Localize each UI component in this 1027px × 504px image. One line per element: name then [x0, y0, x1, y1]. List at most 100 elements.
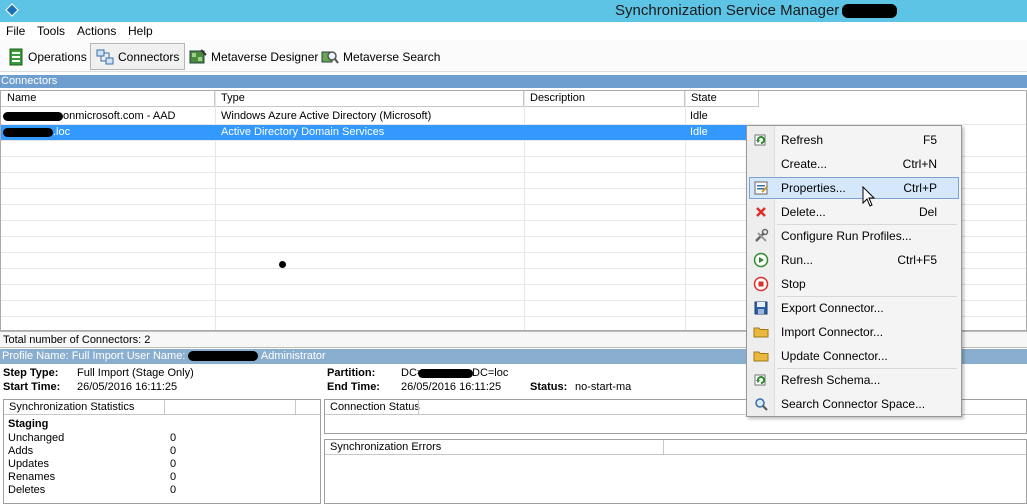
sync-stats-title: Synchronization Statistics [9, 401, 135, 413]
menu-item-label: Refresh Schema... [781, 373, 881, 387]
menu-item-shortcut: Del [918, 205, 937, 219]
search-icon [755, 398, 768, 411]
menu-help[interactable]: Help [128, 24, 153, 38]
menu-item-shortcut: Ctrl+P [903, 181, 937, 195]
profile-bar-prefix: Profile Name: Full Import User Name: [2, 350, 186, 362]
metaverse-search-icon [321, 50, 339, 64]
menu-bar: File Tools Actions Help [0, 22, 1027, 40]
window-title: Synchronization Service Manager on [615, 2, 861, 19]
operations-icon [9, 48, 23, 65]
connector-name: .loc [53, 126, 71, 138]
metaverse-search-button[interactable]: Metaverse Search [316, 43, 445, 70]
operations-label: Operations [28, 49, 87, 64]
sync-stats-group: Staging [8, 418, 49, 430]
column-divider [663, 440, 664, 454]
menu-item-label: Run... [781, 253, 814, 267]
stat-value: 0 [170, 445, 177, 457]
status-label: Status: [530, 381, 568, 393]
menu-item-export-connector[interactable]: Export Connector... [749, 297, 959, 319]
refresh-icon [754, 134, 766, 146]
step-type-value: Full Import (Stage Only) [77, 367, 194, 379]
connector-type: Active Directory Domain Services [221, 126, 385, 138]
connectors-section-header: Connectors [0, 75, 1027, 88]
menu-item-import-connector[interactable]: Import Connector... [749, 321, 959, 343]
redacted-user-name [188, 351, 259, 362]
column-divider [295, 400, 296, 414]
menu-file[interactable]: File [6, 24, 25, 38]
connectors-icon [96, 49, 114, 64]
column-divider [164, 400, 165, 414]
folder-icon [753, 351, 769, 362]
menu-item-delete[interactable]: Delete... Del [749, 201, 959, 223]
connectors-label: Connectors [118, 49, 180, 64]
step-type-label: Step Type: [3, 367, 59, 379]
column-header-description[interactable]: Description [524, 91, 685, 107]
menu-item-label: Create... [781, 157, 828, 171]
column-header-name[interactable]: Name [1, 91, 215, 107]
menu-item-search-connector-space[interactable]: Search Connector Space... [749, 393, 959, 415]
connector-state: Idle [690, 110, 708, 122]
save-icon [754, 301, 768, 315]
menu-item-shortcut: Ctrl+F5 [897, 253, 937, 267]
stat-value: 0 [170, 432, 177, 444]
sync-stats-header: Synchronization Statistics [4, 400, 320, 415]
connectors-button[interactable]: Connectors [90, 43, 186, 70]
delete-icon [756, 207, 766, 217]
stat-label: Renames [8, 471, 56, 483]
menu-item-label: Properties... [781, 181, 846, 195]
metaverse-designer-label: Metaverse Designer [211, 49, 319, 64]
redacted-partition [418, 369, 473, 378]
menu-actions[interactable]: Actions [77, 24, 116, 38]
mouse-cursor-icon [862, 186, 876, 207]
end-time-value: 26/05/2016 16:11:25 [401, 381, 502, 393]
app-icon [5, 3, 19, 17]
sync-stats-panel: Synchronization Statistics Staging Uncha… [3, 399, 321, 504]
menu-item-label: Delete... [781, 205, 826, 219]
column-header-state[interactable]: State [685, 91, 759, 107]
stat-label: Deletes [8, 484, 46, 496]
context-menu: Refresh F5 Create... Ctrl+N Properties..… [746, 125, 962, 417]
refresh-icon [754, 374, 766, 386]
menu-item-label: Search Connector Space... [781, 397, 926, 411]
menu-item-label: Import Connector... [781, 325, 884, 339]
menu-item-stop[interactable]: Stop [749, 273, 959, 295]
menu-item-refresh[interactable]: Refresh F5 [749, 129, 959, 151]
stat-value: 0 [170, 471, 177, 483]
menu-item-properties[interactable]: Properties... Ctrl+P [749, 177, 959, 199]
folder-icon [753, 327, 769, 338]
stat-label: Updates [8, 458, 49, 470]
redacted-server-name [842, 4, 897, 18]
operations-button[interactable]: Operations [3, 43, 92, 70]
table-row-selected[interactable]: .loc Active Directory Domain Services Id… [1, 125, 746, 141]
start-time-label: Start Time: [3, 381, 61, 393]
menu-item-refresh-schema[interactable]: Refresh Schema... [749, 369, 959, 391]
table-row[interactable]: onmicrosoft.com - AAD Windows Azure Acti… [1, 109, 1026, 125]
stat-label: Adds [8, 445, 34, 457]
menu-item-create[interactable]: Create... Ctrl+N [749, 153, 959, 175]
status-value: no-start-ma [575, 381, 632, 393]
stat-label: Unchanged [8, 432, 65, 444]
stop-icon [753, 276, 769, 292]
menu-tools[interactable]: Tools [37, 24, 65, 38]
menu-item-label: Export Connector... [781, 301, 884, 315]
title-bar: Synchronization Service Manager on [0, 0, 1027, 22]
menu-item-label: Stop [781, 277, 806, 291]
column-divider [418, 400, 419, 414]
stat-value: 0 [170, 458, 177, 470]
partition-label: Partition: [327, 367, 376, 379]
start-time-value: 26/05/2016 16:11:25 [77, 381, 178, 393]
partition-suffix: DC=loc [472, 367, 509, 379]
redacted-tenant-name [3, 112, 63, 121]
stat-value: 0 [170, 484, 177, 496]
menu-item-run[interactable]: Run... Ctrl+F5 [749, 249, 959, 271]
metaverse-designer-icon [189, 48, 207, 63]
metaverse-designer-button[interactable]: Metaverse Designer [184, 43, 323, 70]
menu-item-update-connector[interactable]: Update Connector... [749, 345, 959, 367]
column-header-type[interactable]: Type [215, 91, 524, 107]
connector-type: Windows Azure Active Directory (Microsof… [221, 110, 432, 122]
menu-item-shortcut: F5 [922, 133, 937, 147]
end-time-label: End Time: [327, 381, 380, 393]
connector-name: onmicrosoft.com - AAD [63, 110, 176, 122]
menu-item-configure-run-profiles[interactable]: Configure Run Profiles... [749, 225, 959, 247]
profile-bar-suffix: Administrator [260, 350, 326, 362]
